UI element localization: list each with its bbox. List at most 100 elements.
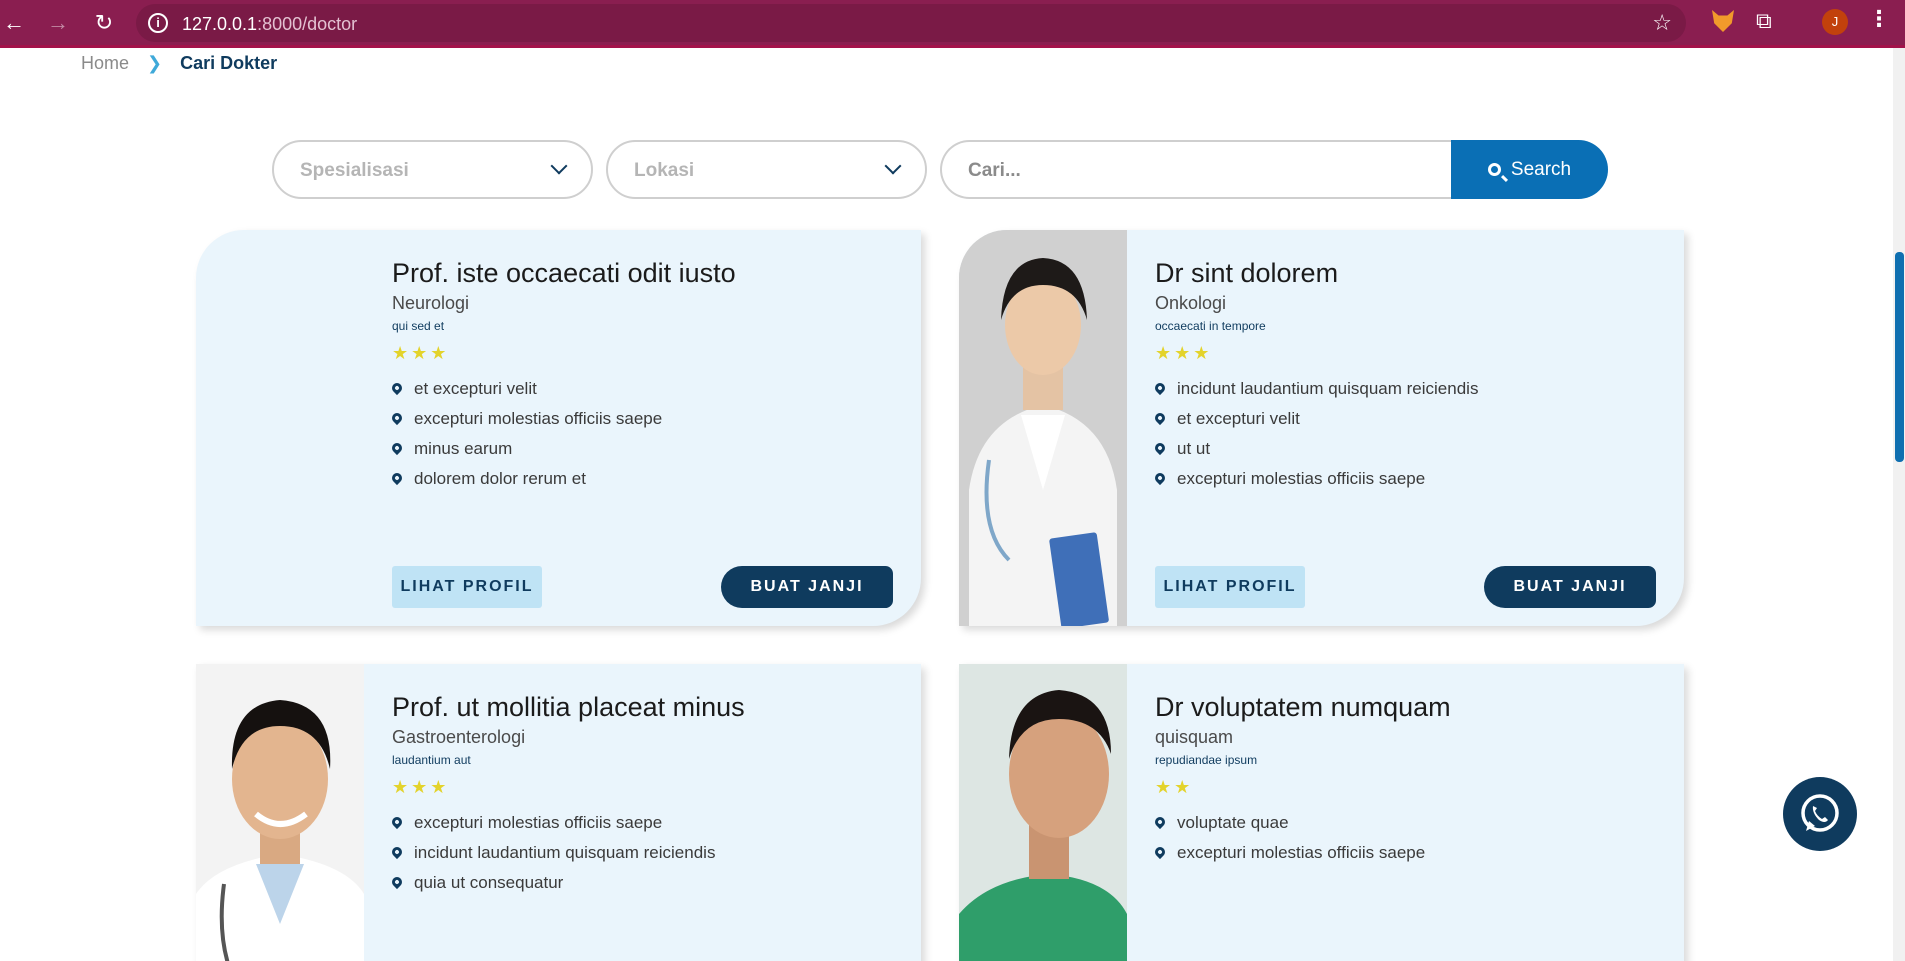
search-placeholder: Cari...: [968, 160, 1021, 181]
location-pin-icon: [389, 380, 405, 396]
forward-arrow-icon[interactable]: →: [44, 9, 72, 37]
make-appointment-button[interactable]: BUAT JANJI: [721, 566, 893, 608]
location-text: voluptate quae: [1177, 813, 1289, 832]
view-profile-button[interactable]: LIHAT PROFIL: [392, 566, 542, 608]
doctor-photo: [959, 664, 1127, 961]
back-arrow-icon[interactable]: ←: [0, 9, 28, 37]
list-item: et excepturi velit: [1152, 409, 1664, 439]
list-item: excepturi molestias officiis saepe: [1152, 469, 1664, 499]
doctor-subtitle: laudantium aut: [392, 753, 471, 767]
location-text: ut ut: [1177, 439, 1211, 458]
doctor-card: Dr voluptatem numquam quisquam repudiand…: [959, 664, 1684, 961]
doctor-name: Dr sint dolorem: [1155, 258, 1339, 288]
doctor-name: Prof. iste occaecati odit iusto: [392, 258, 736, 288]
list-item: incidunt laudantium quisquam reiciendis: [389, 843, 901, 873]
location-text: quia ut consequatur: [414, 873, 564, 892]
reload-icon[interactable]: ↻: [90, 9, 118, 37]
doctor-specialty: Neurologi: [392, 293, 470, 313]
location-pin-icon: [1152, 410, 1168, 426]
info-icon[interactable]: i: [148, 13, 168, 33]
location-select[interactable]: Lokasi: [606, 140, 927, 199]
location-pin-icon: [389, 874, 405, 890]
doctor-specialty: Gastroenterologi: [392, 727, 526, 747]
doctor-photo: [196, 664, 364, 961]
location-text: dolorem dolor rerum et: [414, 469, 586, 488]
doctor-name: Prof. ut mollitia placeat minus: [392, 692, 745, 722]
star-rating: ★★★: [1155, 343, 1213, 363]
list-item: dolorem dolor rerum et: [389, 469, 901, 499]
list-item: et excepturi velit: [389, 379, 901, 409]
location-list: et excepturi velit excepturi molestias o…: [389, 379, 901, 499]
search-button-label: Search: [1510, 158, 1572, 180]
specialization-placeholder: Spesialisasi: [300, 160, 409, 181]
star-rating: ★★★: [392, 777, 450, 797]
list-item: excepturi molestias officiis saepe: [389, 409, 901, 439]
doctor-specialty: Onkologi: [1155, 293, 1227, 313]
extension-fox-icon[interactable]: [1712, 10, 1734, 32]
view-profile-button[interactable]: LIHAT PROFIL: [1155, 566, 1305, 608]
doctor-card: Prof. iste occaecati odit iusto Neurolog…: [196, 230, 921, 626]
url-text[interactable]: 127.0.0.1:8000/doctor: [182, 14, 357, 35]
scrollbar-thumb[interactable]: [1895, 252, 1904, 462]
location-pin-icon: [1152, 380, 1168, 396]
extensions-puzzle-icon[interactable]: ⧉: [1756, 8, 1772, 34]
location-text: minus earum: [414, 439, 513, 458]
location-list: excepturi molestias officiis saepe incid…: [389, 813, 901, 903]
location-text: et excepturi velit: [1177, 409, 1300, 428]
menu-dots-icon[interactable]: ⋮: [1868, 6, 1890, 32]
specialization-select[interactable]: Spesialisasi: [272, 140, 593, 199]
search-icon: [1487, 163, 1501, 176]
doctor-photo: [959, 230, 1127, 626]
search-input[interactable]: Cari...: [940, 140, 1452, 199]
breadcrumb-current: Cari Dokter: [180, 53, 278, 73]
list-item: ut ut: [1152, 439, 1664, 469]
location-pin-icon: [389, 470, 405, 486]
doctor-card: Dr sint dolorem Onkologi occaecati in te…: [959, 230, 1684, 626]
location-pin-icon: [1152, 470, 1168, 486]
list-item: excepturi molestias officiis saepe: [1152, 843, 1664, 873]
location-pin-icon: [389, 410, 405, 426]
location-pin-icon: [389, 440, 405, 456]
location-text: excepturi molestias officiis saepe: [414, 409, 663, 428]
breadcrumb-home[interactable]: Home: [81, 53, 129, 74]
doctor-subtitle: repudiandae ipsum: [1155, 753, 1258, 767]
list-item: excepturi molestias officiis saepe: [389, 813, 901, 843]
location-pin-icon: [389, 844, 405, 860]
doctor-subtitle: qui sed et: [392, 319, 445, 333]
whatsapp-icon: [1801, 794, 1839, 832]
star-rating: ★★★: [392, 343, 450, 363]
doctor-name: Dr voluptatem numquam: [1155, 692, 1451, 722]
search-button[interactable]: Search: [1451, 140, 1608, 199]
url-path: :8000/doctor: [257, 14, 358, 34]
bookmark-star-icon[interactable]: ☆: [1652, 10, 1672, 36]
list-item: quia ut consequatur: [389, 873, 901, 903]
location-pin-icon: [1152, 440, 1168, 456]
doctor-card-body: Dr voluptatem numquam quisquam repudiand…: [1152, 692, 1664, 873]
location-text: excepturi molestias officiis saepe: [1177, 843, 1426, 862]
location-pin-icon: [389, 814, 405, 830]
location-list: voluptate quae excepturi molestias offic…: [1152, 813, 1664, 873]
location-list: incidunt laudantium quisquam reiciendis …: [1152, 379, 1664, 499]
list-item: minus earum: [389, 439, 901, 469]
doctor-card-body: Prof. ut mollitia placeat minus Gastroen…: [389, 692, 901, 903]
chevron-down-icon: [884, 157, 902, 175]
location-text: incidunt laudantium quisquam reiciendis: [1177, 379, 1479, 398]
location-pin-icon: [1152, 814, 1168, 830]
make-appointment-button[interactable]: BUAT JANJI: [1484, 566, 1656, 608]
location-text: incidunt laudantium quisquam reiciendis: [414, 843, 716, 862]
address-bar[interactable]: i 127.0.0.1:8000/doctor ☆: [136, 4, 1686, 42]
profile-avatar[interactable]: J: [1822, 9, 1848, 35]
location-pin-icon: [1152, 844, 1168, 860]
list-item: voluptate quae: [1152, 813, 1664, 843]
chevron-right-icon: ❯: [147, 53, 163, 73]
scrollbar-track[interactable]: [1893, 48, 1905, 961]
whatsapp-button[interactable]: [1783, 777, 1857, 851]
star-rating: ★★: [1155, 777, 1194, 797]
doctor-card-body: Dr sint dolorem Onkologi occaecati in te…: [1152, 258, 1664, 499]
doctor-card-body: Prof. iste occaecati odit iusto Neurolog…: [389, 258, 901, 499]
location-text: et excepturi velit: [414, 379, 537, 398]
doctor-card: Prof. ut mollitia placeat minus Gastroen…: [196, 664, 921, 961]
location-text: excepturi molestias officiis saepe: [1177, 469, 1426, 488]
page: ← → ↻ i 127.0.0.1:8000/doctor ☆ ⧉ J ⋮ Ho…: [0, 0, 1905, 961]
location-placeholder: Lokasi: [634, 160, 695, 181]
